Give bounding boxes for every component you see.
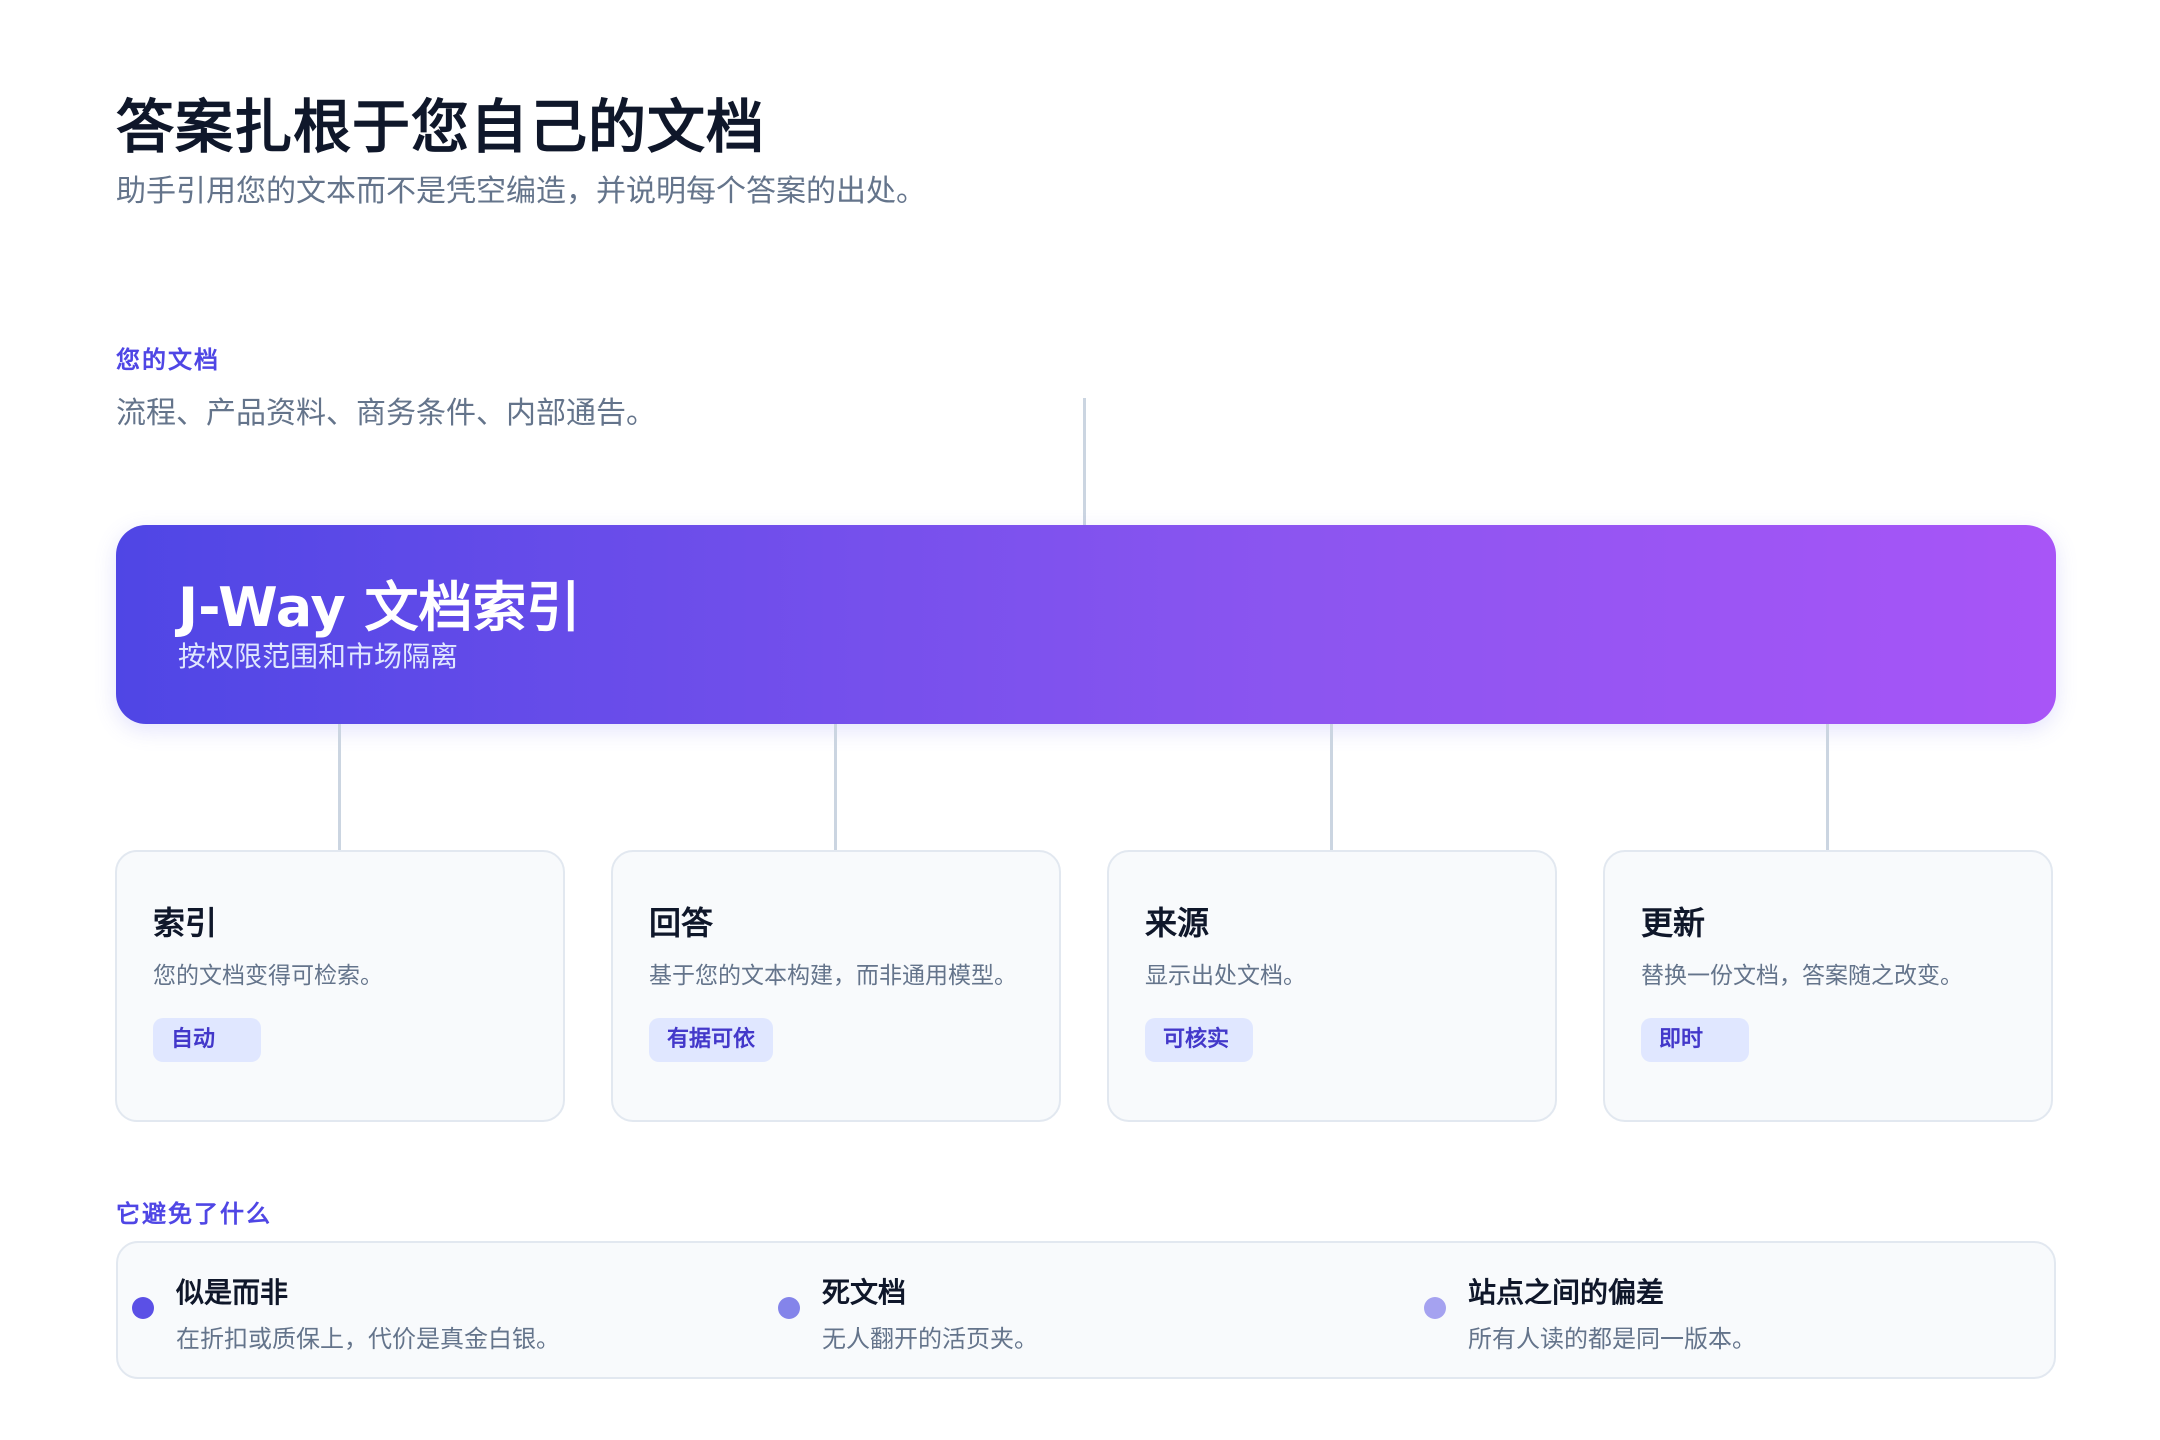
connector-docs-to-index [1083,398,1086,526]
card-badge: 有据可依 [649,1018,774,1062]
card-update: 更新 替换一份文档，答案随之改变。 即时 [1603,850,2053,1122]
page-subtitle: 助手引用您的文本而不是凭空编造，并说明每个答案的出处。 [116,174,926,209]
diagram-page: 答案扎根于您自己的文档 助手引用您的文本而不是凭空编造，并说明每个答案的出处。 … [0,0,2160,1440]
avoid-item-description: 在折扣或质保上，代价是真金白银。 [176,1325,560,1353]
avoid-panel: 似是而非 在折扣或质保上，代价是真金白银。 死文档 无人翻开的活页夹。 站点之间… [116,1241,2056,1379]
card-index: 索引 您的文档变得可检索。 自动 [115,850,565,1122]
card-description: 显示出处文档。 [1145,963,1306,989]
card-badge: 可核实 [1145,1018,1253,1062]
connector-index-to-card-4 [1826,724,1829,850]
card-answer: 回答 基于您的文本构建，而非通用模型。 有据可依 [611,850,1061,1122]
avoid-item-title: 站点之间的偏差 [1468,1276,1665,1309]
card-source: 来源 显示出处文档。 可核实 [1107,850,1557,1122]
card-title: 更新 [1641,904,1706,942]
avoid-item-description: 所有人读的都是同一版本。 [1468,1325,1756,1353]
docs-description: 流程、产品资料、商务条件、内部通告。 [116,396,656,431]
card-description: 您的文档变得可检索。 [153,963,383,989]
card-title: 索引 [153,904,218,942]
card-badge: 即时 [1641,1018,1749,1062]
card-description: 基于您的文本构建，而非通用模型。 [649,963,1017,989]
avoid-item-title: 死文档 [822,1276,907,1309]
bullet-dot-icon [778,1297,800,1319]
index-hero-title: J-Way 文档索引 [178,576,581,639]
index-hero-subtitle: 按权限范围和市场隔离 [178,640,459,673]
bullet-dot-icon [1424,1297,1446,1319]
card-description: 替换一份文档，答案随之改变。 [1641,963,1963,989]
card-title: 回答 [649,904,714,942]
card-title: 来源 [1145,904,1210,942]
page-title: 答案扎根于您自己的文档 [116,93,766,161]
avoid-item-title: 似是而非 [176,1276,289,1309]
connector-index-to-card-3 [1330,724,1333,850]
avoid-item-description: 无人翻开的活页夹。 [822,1325,1038,1353]
bullet-dot-icon [132,1297,154,1319]
connector-index-to-card-1 [338,724,341,850]
connector-index-to-card-2 [834,724,837,850]
docs-section-label: 您的文档 [116,346,220,374]
card-badge: 自动 [153,1018,261,1062]
index-hero-banner: J-Way 文档索引 按权限范围和市场隔离 [116,525,2056,724]
avoid-section-label: 它避免了什么 [116,1200,272,1228]
